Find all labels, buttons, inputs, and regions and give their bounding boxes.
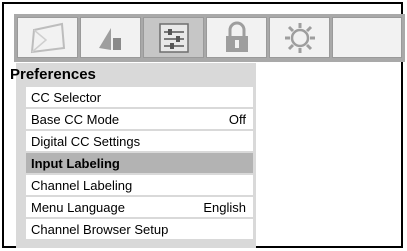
menu-item-label: Input Labeling [31, 155, 120, 171]
panel-title: Preferences [10, 66, 96, 83]
menu-item-value: Off [228, 111, 246, 127]
tab-picture[interactable] [17, 17, 78, 58]
menu-item-channel-labeling[interactable]: Channel Labeling [26, 175, 253, 195]
tab-audio[interactable] [80, 17, 141, 58]
lock-icon [225, 21, 248, 52]
audio-icon [98, 27, 121, 50]
menu-item-digital-cc-settings[interactable]: Digital CC Settings [26, 131, 253, 151]
menu-item-value: English [203, 199, 246, 215]
tab-extra[interactable] [332, 17, 402, 58]
menu-item-label: Digital CC Settings [31, 133, 141, 149]
menu-item-label: Menu Language [31, 199, 125, 215]
menu-tab-bar [14, 14, 405, 62]
menu-item-menu-language[interactable]: Menu Language English [26, 197, 253, 217]
tab-lock[interactable] [206, 17, 267, 58]
menu-item-base-cc-mode[interactable]: Base CC Mode Off [26, 109, 253, 129]
preferences-icon [158, 22, 189, 53]
tab-setup[interactable] [269, 17, 330, 58]
menu-item-input-labeling[interactable]: Input Labeling [26, 153, 253, 173]
picture-icon [30, 22, 65, 53]
menu-item-label: Channel Browser Setup [31, 221, 169, 237]
menu-item-cc-selector[interactable]: CC Selector [26, 87, 253, 107]
setup-gear-icon [284, 22, 315, 53]
menu-item-label: Channel Labeling [31, 177, 133, 193]
menu-item-label: CC Selector [31, 89, 102, 105]
menu-item-channel-browser-setup[interactable]: Channel Browser Setup [26, 219, 253, 239]
menu-item-label: Base CC Mode [31, 111, 120, 127]
tab-preferences[interactable] [143, 17, 204, 58]
